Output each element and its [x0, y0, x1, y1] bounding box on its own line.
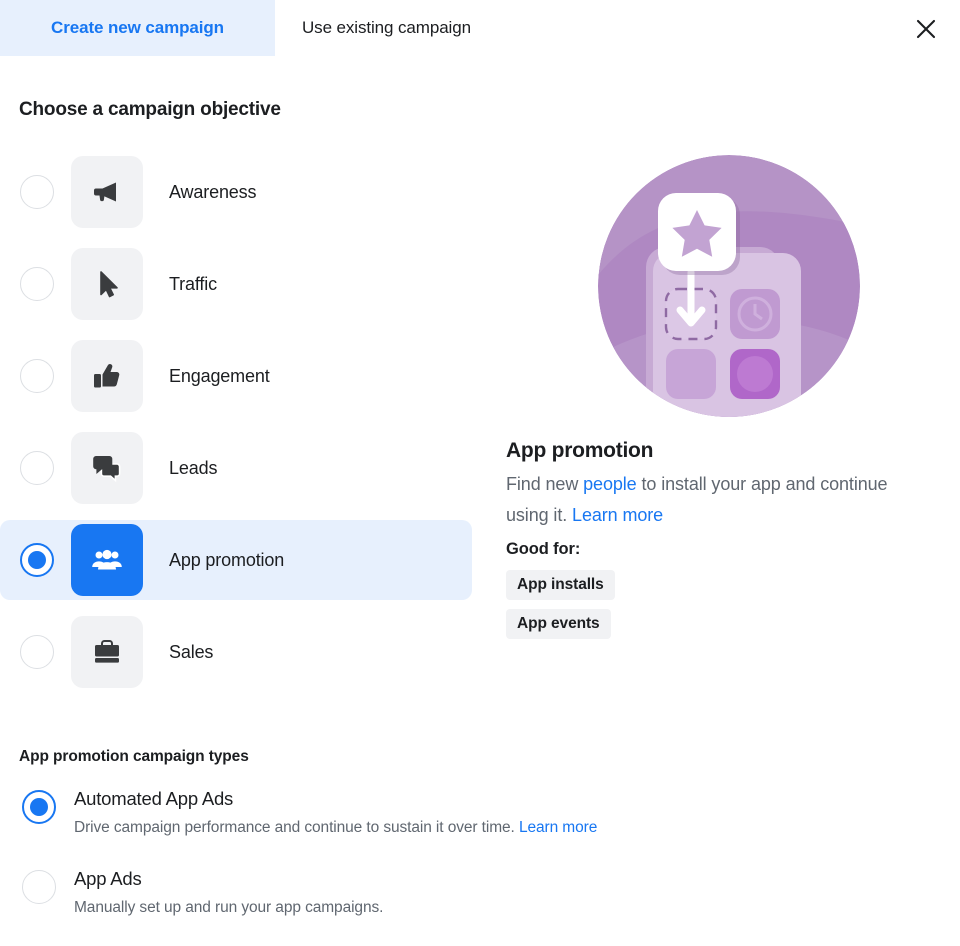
- objective-list: Awareness Traffic Engagement Leads App p…: [0, 152, 472, 704]
- detail-desc-part1: Find new: [506, 474, 584, 494]
- objective-radio-engagement[interactable]: [20, 359, 54, 393]
- objective-row-traffic[interactable]: Traffic: [0, 244, 472, 324]
- briefcase-icon: [90, 635, 124, 669]
- objective-radio-app-promotion[interactable]: [20, 543, 54, 577]
- campaign-types-heading: App promotion campaign types: [19, 748, 249, 765]
- objective-label-engagement: Engagement: [169, 365, 270, 386]
- objective-icon-tile-app-promotion: [71, 524, 143, 596]
- campaign-type-radio-app-ads[interactable]: [22, 870, 56, 904]
- tab-create-new-campaign-label: Create new campaign: [51, 18, 224, 37]
- tab-bar: Create new campaign Use existing campaig…: [0, 0, 960, 56]
- campaign-type-radio-automated-app-ads[interactable]: [22, 790, 56, 824]
- campaign-type-desc-text-automated: Drive campaign performance and continue …: [74, 819, 519, 836]
- campaign-type-title-automated-app-ads: Automated App Ads: [74, 788, 234, 809]
- objective-icon-tile-leads: [71, 432, 143, 504]
- objective-row-leads[interactable]: Leads: [0, 428, 472, 508]
- objective-label-sales: Sales: [169, 641, 214, 662]
- tag-app-events: App events: [506, 609, 611, 639]
- campaign-objective-dialog: Create new campaign Use existing campaig…: [0, 0, 960, 946]
- tab-use-existing-campaign[interactable]: Use existing campaign: [275, 0, 550, 56]
- campaign-type-row-automated-app-ads[interactable]: Automated App Ads Drive campaign perform…: [0, 786, 800, 866]
- objective-radio-awareness[interactable]: [20, 175, 54, 209]
- objective-icon-tile-sales: [71, 616, 143, 688]
- campaign-type-desc-app-ads: Manually set up and run your app campaig…: [74, 899, 384, 916]
- campaign-type-row-app-ads[interactable]: App Ads Manually set up and run your app…: [0, 866, 800, 946]
- objective-label-awareness: Awareness: [169, 181, 257, 202]
- campaign-type-desc-automated-app-ads: Drive campaign performance and continue …: [74, 817, 597, 838]
- campaign-type-learn-more-link[interactable]: Learn more: [519, 819, 597, 836]
- objective-row-sales[interactable]: Sales: [0, 612, 472, 692]
- close-icon: [914, 17, 938, 41]
- close-button[interactable]: [906, 9, 946, 49]
- campaign-type-text-automated-app-ads: Automated App Ads Drive campaign perform…: [74, 786, 597, 866]
- objective-label-app-promotion: App promotion: [169, 549, 285, 570]
- good-for-label: Good for:: [506, 540, 581, 558]
- objective-radio-leads[interactable]: [20, 451, 54, 485]
- tab-use-existing-campaign-label: Use existing campaign: [302, 18, 471, 37]
- tag-app-installs: App installs: [506, 570, 615, 600]
- objective-label-leads: Leads: [169, 457, 218, 478]
- campaign-type-text-app-ads: App Ads Manually set up and run your app…: [74, 866, 383, 946]
- thumbs-up-icon: [90, 359, 124, 393]
- objective-radio-sales[interactable]: [20, 635, 54, 669]
- objective-label-traffic: Traffic: [169, 273, 217, 294]
- cursor-icon: [90, 267, 124, 301]
- tab-create-new-campaign[interactable]: Create new campaign: [0, 0, 275, 56]
- objective-row-engagement[interactable]: Engagement: [0, 336, 472, 416]
- objective-icon-tile-traffic: [71, 248, 143, 320]
- objective-heading: Choose a campaign objective: [19, 99, 281, 120]
- detail-description: Find new people to install your app and …: [506, 469, 916, 531]
- objective-detail-panel: App promotion Find new people to install…: [506, 155, 926, 648]
- people-link[interactable]: people: [583, 474, 637, 494]
- learn-more-link[interactable]: Learn more: [572, 505, 663, 525]
- campaign-type-title-app-ads: App Ads: [74, 868, 142, 889]
- objective-radio-traffic[interactable]: [20, 267, 54, 301]
- people-group-icon: [90, 543, 124, 577]
- objective-icon-tile-engagement: [71, 340, 143, 412]
- app-promotion-illustration: [598, 155, 860, 417]
- megaphone-icon: [90, 175, 124, 209]
- objective-icon-tile-awareness: [71, 156, 143, 228]
- detail-title: App promotion: [506, 439, 654, 462]
- good-for-tags: App installs App events: [506, 570, 926, 648]
- chat-bubbles-icon: [90, 451, 124, 485]
- objective-row-awareness[interactable]: Awareness: [0, 152, 472, 232]
- campaign-types-list: Automated App Ads Drive campaign perform…: [0, 786, 800, 946]
- objective-row-app-promotion[interactable]: App promotion: [0, 520, 472, 600]
